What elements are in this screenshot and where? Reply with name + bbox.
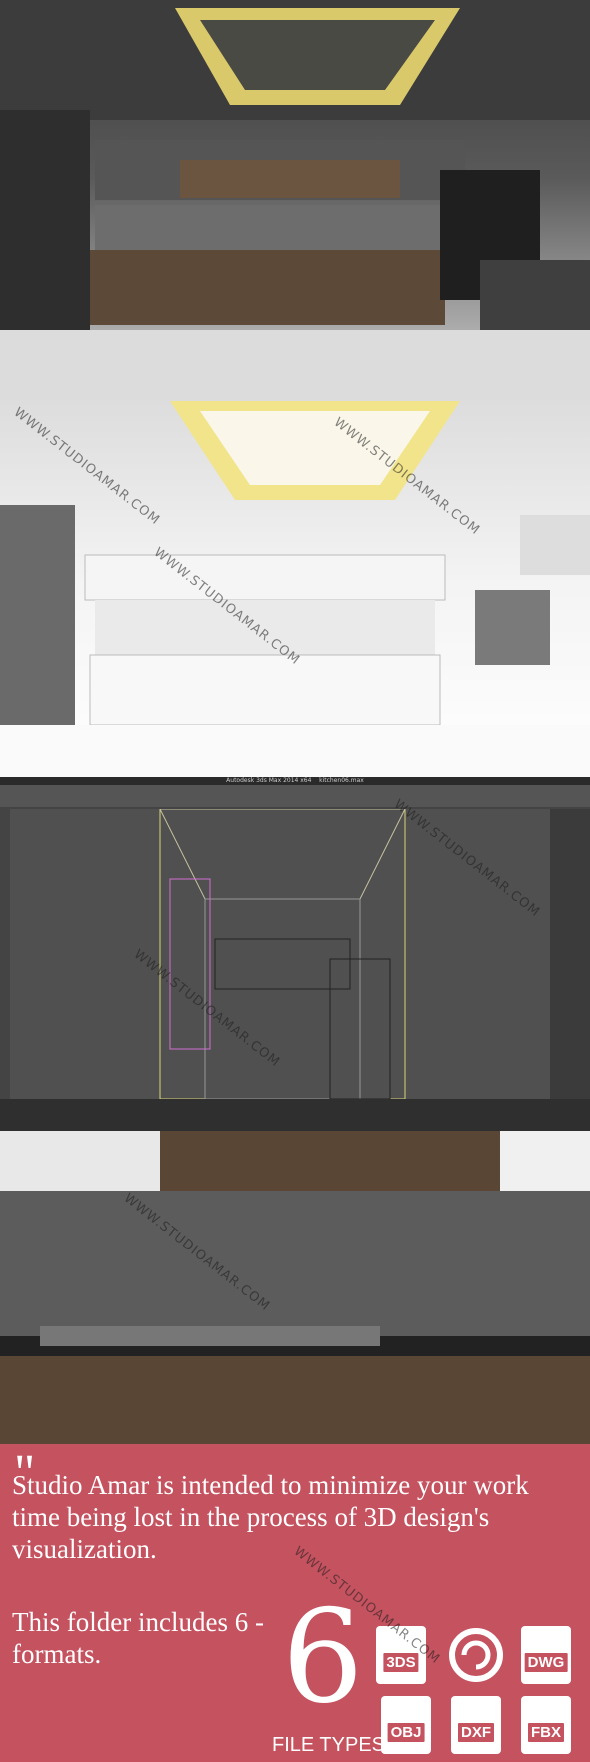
max-file-name: kitchen06.max [319,777,364,784]
format-label: 3DS [381,1651,421,1674]
obj-file-icon: OBJ [375,1694,437,1756]
dwg-file-icon: DWG [515,1624,577,1686]
max-window: Autodesk 3ds Max 2014 x64 kitchen06.max [0,777,590,1131]
max-title-bar: Autodesk 3ds Max 2014 x64 kitchen06.max [0,777,590,785]
format-label: OBJ [385,1721,427,1744]
file-types-label: FILE TYPES [272,1734,386,1756]
max-app-title: Autodesk 3ds Max 2014 x64 [226,777,312,784]
promo-includes: This folder includes 6 - formats. [12,1607,264,1670]
format-label: FBX [526,1721,566,1744]
clay-render [0,401,590,777]
sink-closeup-panel: WWW.STUDIOAMAR.COM [0,1131,590,1444]
3dsmax-logo-icon [445,1624,507,1686]
max-logo [449,1628,503,1682]
clay-render-panel: WWW.STUDIOAMAR.COM WWW.STUDIOAMAR.COM WW… [0,395,590,777]
max-ui-panel: Autodesk 3ds Max 2014 x64 kitchen06.max … [0,777,590,1131]
kitchen-render-panel [0,0,590,395]
command-panel[interactable] [550,809,590,1099]
format-label: DXF [456,1721,496,1744]
max-toolbar[interactable] [0,785,590,807]
fbx-file-icon: FBX [515,1694,577,1756]
dxf-file-icon: DXF [445,1694,507,1756]
promo-panel: " Studio Amar is intended to minimize yo… [0,1444,590,1762]
format-count: 6 [282,1583,364,1732]
timeline-bar[interactable] [0,1099,590,1131]
format-label: DWG [522,1651,570,1674]
sink-render [0,1131,590,1444]
kitchen-render [0,0,590,395]
